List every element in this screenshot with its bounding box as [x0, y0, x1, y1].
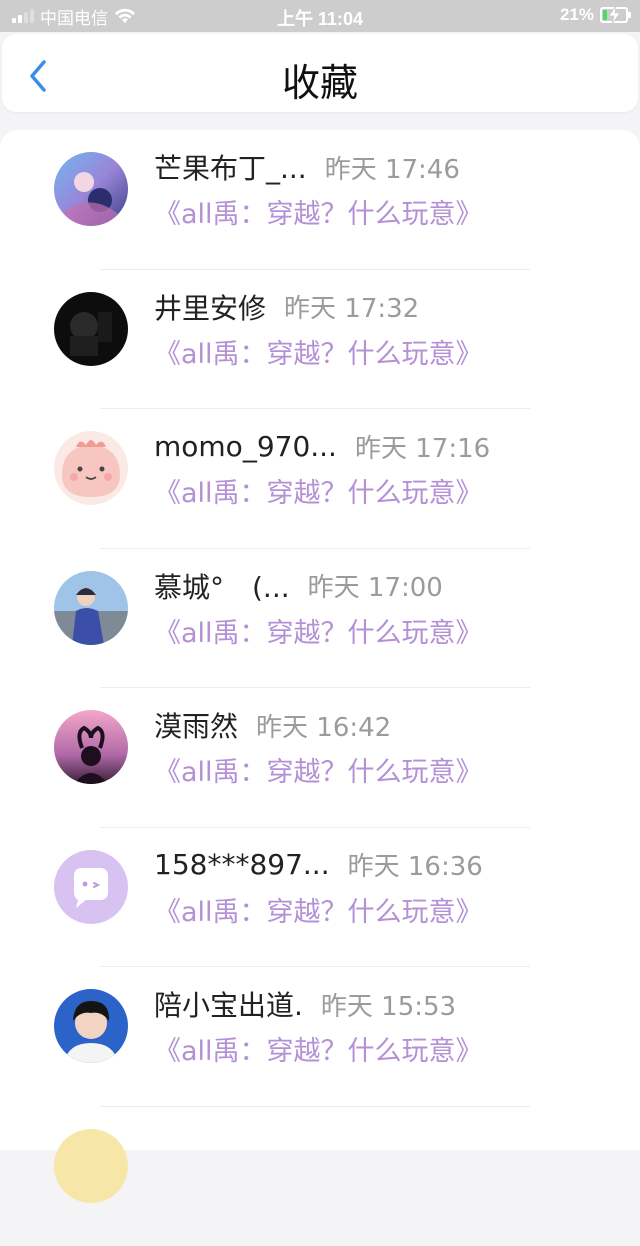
- user-name: 158***897...: [154, 848, 330, 881]
- timestamp: 昨天 17:32: [284, 288, 419, 325]
- list-item[interactable]: momo_970... 昨天 17:16 《all禹：穿越？什么玩意》: [0, 409, 640, 549]
- story-title-link[interactable]: 《all禹：穿越？什么玩意》: [154, 890, 483, 929]
- story-title-link[interactable]: 《all禹：穿越？什么玩意》: [154, 471, 483, 510]
- battery-percent: 21%: [560, 5, 594, 25]
- user-name: 漠雨然: [154, 705, 238, 745]
- status-time: 上午 11:04: [0, 5, 640, 31]
- list-item[interactable]: 陪小宝出道. 昨天 15:53 《all禹：穿越？什么玩意》: [0, 967, 640, 1107]
- user-name: 芒果布丁_...: [154, 147, 307, 187]
- list-item[interactable]: 158***897... 昨天 16:36 《all禹：穿越？什么玩意》: [0, 828, 640, 968]
- list-item[interactable]: 井里安修 昨天 17:32 《all禹：穿越？什么玩意》: [0, 270, 640, 410]
- story-title-link[interactable]: 《all禹：穿越？什么玩意》: [154, 1029, 483, 1068]
- battery-icon: [600, 7, 628, 23]
- story-title-link[interactable]: 《all禹：穿越？什么玩意》: [154, 750, 483, 789]
- avatar[interactable]: [54, 571, 128, 645]
- story-title-link[interactable]: 《all禹：穿越？什么玩意》: [154, 192, 483, 231]
- timestamp: 昨天 17:00: [308, 567, 443, 604]
- list-item[interactable]: 芒果布丁_... 昨天 17:46 《all禹：穿越？什么玩意》: [0, 130, 640, 270]
- story-title-link[interactable]: 《all禹：穿越？什么玩意》: [154, 611, 483, 650]
- timestamp: 昨天 16:36: [348, 846, 483, 883]
- nav-header: 收藏: [2, 34, 638, 112]
- user-name: momo_970...: [154, 430, 337, 463]
- user-name: 陪小宝出道.: [154, 984, 303, 1024]
- avatar[interactable]: [54, 989, 128, 1063]
- status-bar: 中国电信 上午 11:04 21%: [0, 0, 640, 32]
- timestamp: 昨天 15:53: [321, 986, 456, 1023]
- timestamp: 昨天 16:42: [256, 707, 391, 744]
- story-title-link[interactable]: 《all禹：穿越？什么玩意》: [154, 332, 483, 371]
- timestamp: 昨天 17:16: [355, 428, 490, 465]
- list-item[interactable]: [0, 1107, 640, 1246]
- avatar[interactable]: [54, 710, 128, 784]
- avatar[interactable]: [54, 431, 128, 505]
- avatar[interactable]: [54, 1129, 128, 1203]
- timestamp: 昨天 17:46: [325, 149, 460, 186]
- list-item[interactable]: 慕城° (... 昨天 17:00 《all禹：穿越？什么玩意》: [0, 549, 640, 689]
- page-title: 收藏: [2, 52, 638, 107]
- user-name: 井里安修: [154, 287, 266, 327]
- avatar[interactable]: [54, 292, 128, 366]
- avatar[interactable]: [54, 152, 128, 226]
- avatar[interactable]: [54, 850, 128, 924]
- status-right: 21%: [560, 5, 628, 25]
- list-item[interactable]: 漠雨然 昨天 16:42 《all禹：穿越？什么玩意》: [0, 688, 640, 828]
- user-name: 慕城° (...: [154, 566, 290, 606]
- favorites-list: 芒果布丁_... 昨天 17:46 《all禹：穿越？什么玩意》 井里安修 昨天…: [0, 130, 640, 1150]
